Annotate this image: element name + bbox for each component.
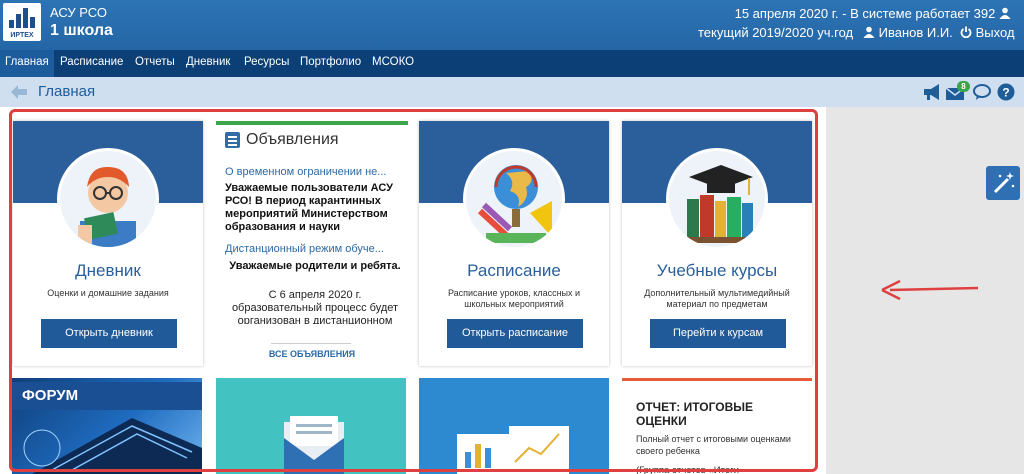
app-name: АСУ РСО: [50, 5, 107, 20]
logo-bar: [30, 17, 35, 28]
irtex-logo[interactable]: ИРТЕХ: [3, 3, 41, 41]
nav-item-resources[interactable]: Ресурсы: [244, 56, 289, 68]
svg-text:?: ?: [1002, 86, 1009, 100]
logo-text: ИРТЕХ: [10, 32, 34, 39]
main-nav: Главная Расписание Отчеты Дневник Ресурс…: [0, 50, 1024, 77]
nav-item-home[interactable]: Главная: [0, 50, 54, 77]
school-year[interactable]: текущий 2019/2020 уч.год: [698, 25, 853, 40]
user-icon: [863, 26, 875, 38]
top-header: ИРТЕХ АСУ РСО 1 школа 15 апреля 2020 г. …: [0, 0, 1024, 50]
magic-wand-button[interactable]: [986, 166, 1020, 200]
nav-item-msoko[interactable]: МСОКО: [372, 56, 414, 68]
online-users-icon[interactable]: [999, 7, 1011, 19]
school-name[interactable]: 1 школа: [50, 22, 113, 40]
power-icon: [960, 26, 972, 39]
user-menu[interactable]: Иванов И.И.: [863, 25, 953, 40]
date-status: 15 апреля 2020 г. - В системе работает 3…: [735, 6, 1011, 21]
help-icon[interactable]: ?: [997, 83, 1015, 101]
nav-item-reports[interactable]: Отчеты: [135, 56, 175, 68]
highlight-frame: [9, 109, 818, 472]
magic-wand-icon: [993, 172, 1015, 194]
date-status-text: 15 апреля 2020 г. - В системе работает 3…: [734, 6, 996, 21]
page-title: Главная: [38, 83, 96, 100]
logo-bar: [9, 20, 14, 28]
mail-badge: 8: [957, 81, 970, 92]
megaphone-icon[interactable]: [922, 83, 942, 101]
nav-item-schedule[interactable]: Расписание: [60, 56, 123, 68]
logo-bar: [23, 8, 28, 28]
nav-item-portfolio[interactable]: Портфолио: [300, 56, 361, 68]
logo-bar: [16, 14, 21, 28]
nav-item-diary[interactable]: Дневник: [186, 56, 230, 68]
logout-label: Выход: [975, 25, 1015, 40]
breadcrumb: Главная 8 ?: [0, 77, 1024, 107]
back-arrow-icon[interactable]: [10, 84, 28, 100]
red-arrow-annotation: [881, 279, 979, 301]
logout-button[interactable]: Выход: [960, 25, 1015, 40]
user-name: Иванов И.И.: [878, 25, 953, 40]
chat-icon[interactable]: [973, 83, 993, 101]
